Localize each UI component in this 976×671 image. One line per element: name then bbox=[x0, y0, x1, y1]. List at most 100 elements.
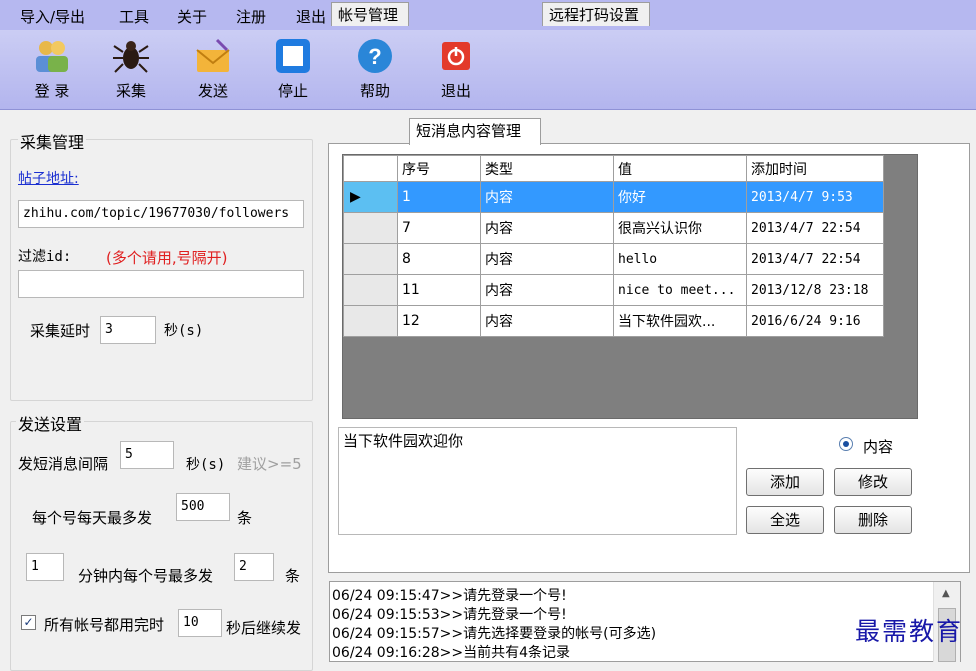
stop-icon bbox=[273, 36, 313, 76]
content-radio[interactable] bbox=[839, 437, 853, 451]
message-grid: 序号 类型 值 添加时间 ▶ 1 内容 你好 2013/4/7 9:53 7 内… bbox=[342, 154, 918, 419]
daily-max-input[interactable]: 500 bbox=[176, 493, 230, 521]
cell-type: 内容 bbox=[480, 305, 614, 337]
help-glyph: ? bbox=[368, 44, 381, 69]
add-button[interactable]: 添加 bbox=[746, 468, 824, 496]
cell-time: 2013/4/7 22:54 bbox=[746, 243, 884, 275]
cell-type: 内容 bbox=[480, 181, 614, 213]
send-interval-label: 发短消息间隔 bbox=[18, 455, 109, 473]
row-marker-icon: ▶ bbox=[343, 181, 398, 213]
all-used-checkbox[interactable]: ✓ bbox=[21, 615, 36, 630]
menu-exit[interactable]: 退出 bbox=[296, 6, 326, 27]
edit-button[interactable]: 修改 bbox=[834, 468, 912, 496]
menu-register[interactable]: 注册 bbox=[236, 6, 266, 27]
send-label: 发送 bbox=[197, 82, 228, 100]
stop-button[interactable]: 停止 bbox=[263, 34, 323, 106]
stop-label: 停止 bbox=[277, 82, 308, 100]
cell-type: 内容 bbox=[480, 212, 614, 244]
row-header bbox=[343, 212, 398, 244]
content-radio-label: 内容 bbox=[863, 438, 894, 456]
menu-tools[interactable]: 工具 bbox=[119, 6, 149, 27]
column-header-time[interactable]: 添加时间 bbox=[746, 155, 884, 182]
table-row[interactable]: 11 内容 nice to meet... 2013/12/8 23:18 bbox=[343, 274, 884, 306]
cell-time: 2013/4/7 9:53 bbox=[746, 181, 884, 213]
cell-id: 7 bbox=[397, 212, 481, 244]
cell-value: 你好 bbox=[613, 181, 747, 213]
cell-id: 8 bbox=[397, 243, 481, 275]
per-minute-count-input[interactable]: 2 bbox=[234, 553, 274, 581]
column-header-value[interactable]: 值 bbox=[613, 155, 747, 182]
table-row[interactable]: 8 内容 hello 2013/4/7 22:54 bbox=[343, 243, 884, 275]
watermark: 最需教育 bbox=[855, 617, 964, 646]
cell-type: 内容 bbox=[480, 274, 614, 306]
send-interval-input[interactable]: 5 bbox=[120, 441, 174, 469]
cell-value: hello bbox=[613, 243, 747, 275]
row-header bbox=[343, 305, 398, 337]
help-icon: ? bbox=[355, 36, 395, 76]
menu-import-export[interactable]: 导入/导出 bbox=[20, 6, 85, 27]
per-minute-input[interactable]: 1 bbox=[26, 553, 64, 581]
menu-bar: 导入/导出 工具 关于 注册 退出 bbox=[0, 0, 976, 30]
message-text-input[interactable]: 当下软件园欢迎你 bbox=[338, 427, 737, 535]
filter-hint: (多个请用,号隔开) bbox=[106, 249, 228, 267]
row-header bbox=[343, 243, 398, 275]
cell-id: 12 bbox=[397, 305, 481, 337]
send-group-title: 发送设置 bbox=[16, 411, 85, 435]
bug-icon bbox=[111, 36, 151, 76]
delete-button[interactable]: 删除 bbox=[834, 506, 912, 534]
collect-group-title: 采集管理 bbox=[18, 129, 87, 153]
cell-value: 很高兴认识你 bbox=[613, 212, 747, 244]
help-label: 帮助 bbox=[359, 82, 390, 100]
column-header-id[interactable]: 序号 bbox=[397, 155, 481, 182]
cell-id: 11 bbox=[397, 274, 481, 306]
collect-button[interactable]: 采集 bbox=[101, 34, 161, 106]
cell-type: 内容 bbox=[480, 243, 614, 275]
post-url-link[interactable]: 帖子地址: bbox=[18, 168, 79, 188]
column-header-type[interactable]: 类型 bbox=[480, 155, 614, 182]
cell-value: 当下软件园欢... bbox=[613, 305, 747, 337]
toolbar: 登 录 采集 发送 停止 ? 帮助 退出 bbox=[0, 30, 976, 110]
collect-label: 采集 bbox=[115, 82, 146, 100]
select-all-button[interactable]: 全选 bbox=[746, 506, 824, 534]
cell-id: 1 bbox=[397, 181, 481, 213]
table-row[interactable]: ▶ 1 内容 你好 2013/4/7 9:53 bbox=[343, 181, 884, 213]
cell-time: 2016/6/24 9:16 bbox=[746, 305, 884, 337]
power-icon bbox=[436, 36, 476, 76]
send-interval-hint: 建议>=5 bbox=[237, 455, 302, 473]
send-interval-unit: 秒(s) bbox=[186, 457, 226, 473]
help-button[interactable]: ? 帮助 bbox=[345, 34, 405, 106]
message-table: 序号 类型 值 添加时间 ▶ 1 内容 你好 2013/4/7 9:53 7 内… bbox=[343, 155, 884, 337]
cell-time: 2013/4/7 22:54 bbox=[746, 212, 884, 244]
cell-time: 2013/12/8 23:18 bbox=[746, 274, 884, 306]
cell-value: nice to meet... bbox=[613, 274, 747, 306]
send-button[interactable]: 发送 bbox=[183, 34, 243, 106]
per-minute-unit: 条 bbox=[285, 567, 301, 585]
collect-delay-unit: 秒(s) bbox=[164, 323, 204, 339]
login-button[interactable]: 登 录 bbox=[22, 34, 82, 106]
exit-label: 退出 bbox=[440, 82, 471, 100]
tab-remote-captcha[interactable]: 远程打码设置 bbox=[542, 2, 650, 26]
scroll-up-icon[interactable]: ▲ bbox=[942, 588, 950, 599]
collect-delay-label: 采集延时 bbox=[30, 322, 91, 340]
menu-about[interactable]: 关于 bbox=[177, 6, 207, 27]
tab-message-content[interactable]: 短消息内容管理 bbox=[409, 118, 541, 145]
tab-accounts[interactable]: 帐号管理 bbox=[331, 2, 409, 26]
post-url-input[interactable]: zhihu.com/topic/19677030/followers bbox=[18, 200, 304, 228]
exit-button[interactable]: 退出 bbox=[426, 34, 486, 106]
log-line: 06/24 09:15:47>>请先登录一个号! bbox=[332, 588, 567, 604]
daily-max-unit: 条 bbox=[237, 509, 253, 527]
table-row[interactable]: 7 内容 很高兴认识你 2013/4/7 22:54 bbox=[343, 212, 884, 244]
collect-delay-input[interactable]: 3 bbox=[100, 316, 156, 344]
filter-id-input[interactable] bbox=[18, 270, 304, 298]
envelope-icon bbox=[193, 36, 233, 76]
row-header-corner bbox=[343, 155, 398, 182]
table-row[interactable]: 12 内容 当下软件园欢... 2016/6/24 9:16 bbox=[343, 305, 884, 337]
all-used-label: 所有帐号都用完时 bbox=[44, 616, 165, 634]
daily-max-label: 每个号每天最多发 bbox=[32, 509, 153, 527]
row-header bbox=[343, 274, 398, 306]
filter-id-label: 过滤id: bbox=[18, 249, 72, 265]
all-used-input[interactable]: 10 bbox=[178, 609, 222, 637]
table-header-row: 序号 类型 值 添加时间 bbox=[343, 155, 884, 182]
all-used-unit: 秒后继续发 bbox=[226, 619, 302, 637]
login-label: 登 录 bbox=[34, 82, 70, 100]
